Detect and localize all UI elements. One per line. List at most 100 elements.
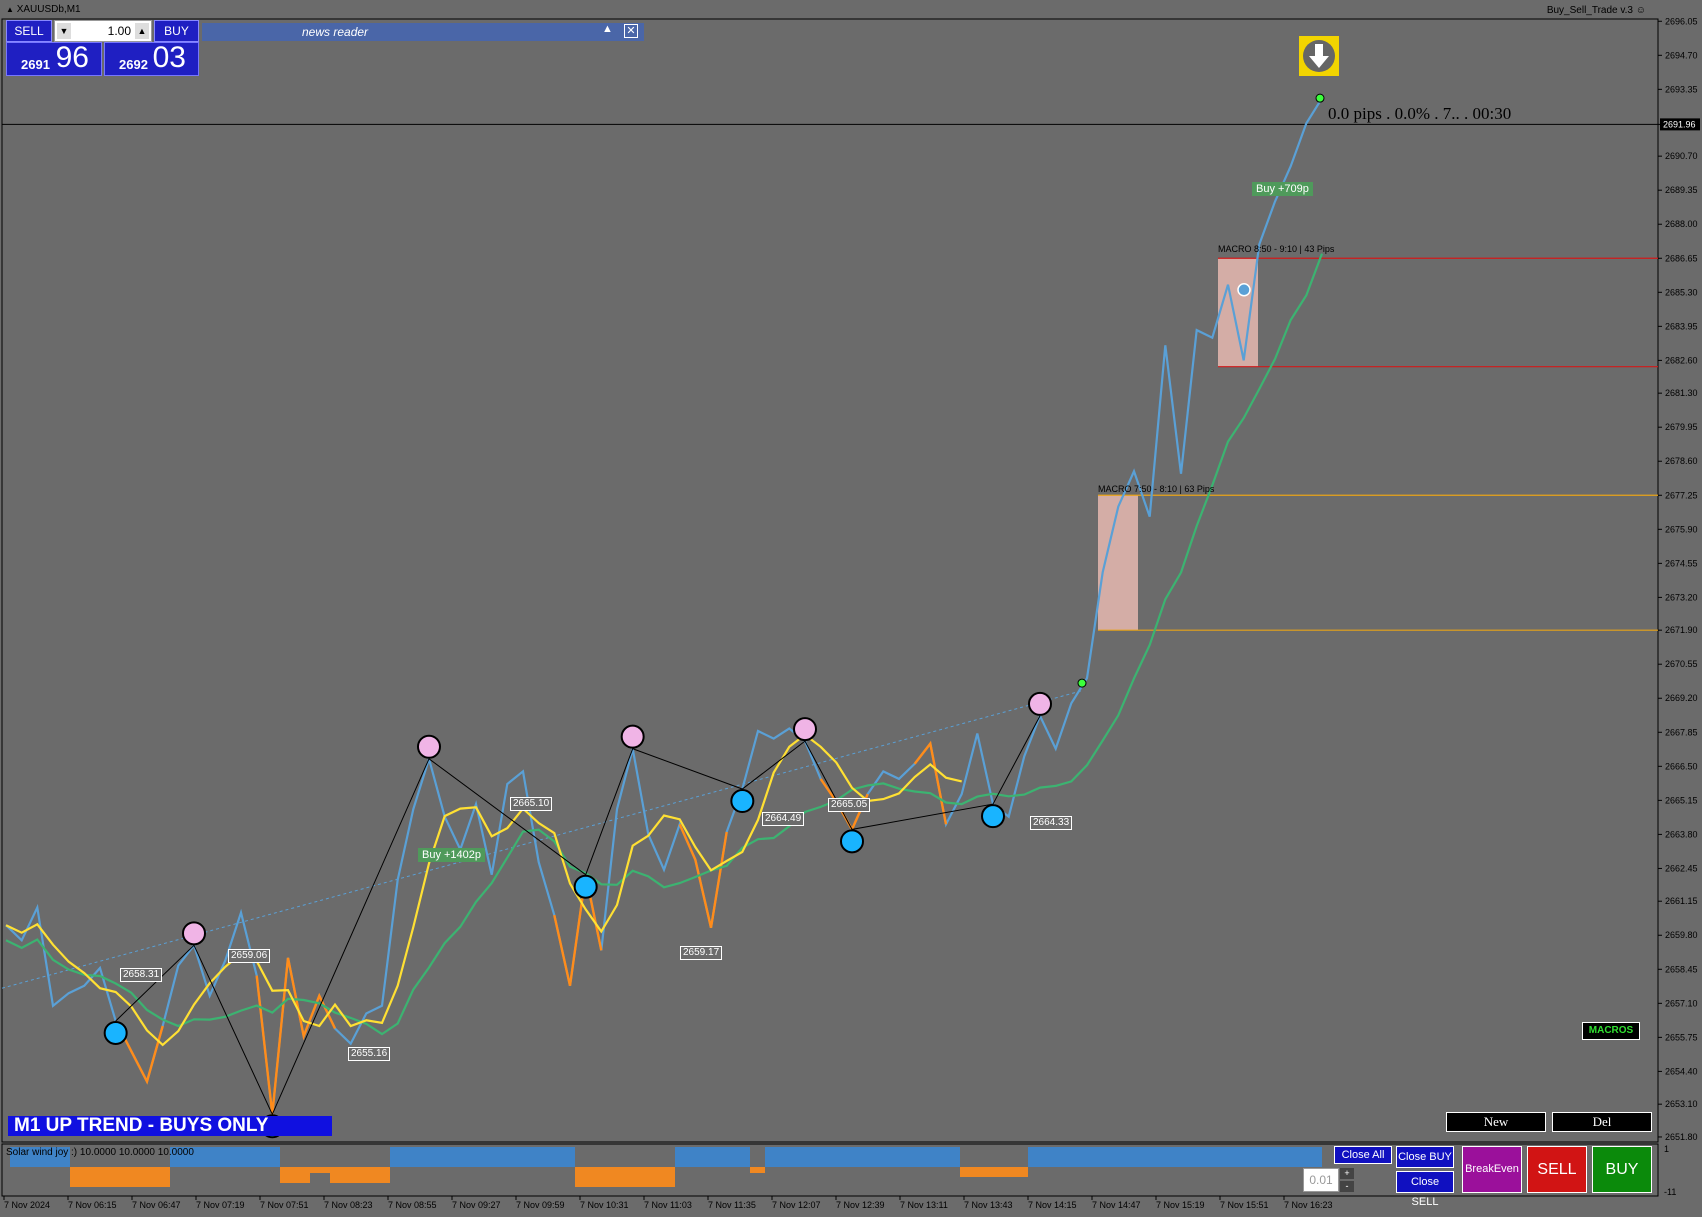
y-tick-label: 2674.55 — [1665, 558, 1698, 568]
indicator-tick: -11 — [1664, 1187, 1677, 1197]
buy-trade-label-2: Buy +709p — [1252, 182, 1313, 196]
sell-button[interactable]: SELL — [1527, 1146, 1587, 1193]
chart-frame — [1, 18, 1659, 1143]
swing-high-marker — [620, 724, 645, 749]
trend-line — [1, 690, 1083, 989]
swing-high-marker — [417, 734, 441, 759]
level-label: 2664.33 — [1030, 816, 1073, 830]
y-tick-label: 2693.35 — [1665, 84, 1698, 94]
indicator-bear-bar — [330, 1167, 390, 1183]
indicator-bear-bar — [280, 1167, 310, 1183]
news-reader-title: news reader — [302, 25, 369, 39]
x-tick-label: 7 Nov 13:11 — [900, 1200, 948, 1210]
trend-moving-average — [5, 253, 1324, 1036]
y-tick-label: 2690.70 — [1665, 151, 1698, 161]
y-tick-label: 2671.90 — [1665, 625, 1698, 635]
moving-average — [5, 733, 962, 1047]
indicator-label: Solar wind joy :) 10.0000 10.0000 10.000… — [6, 1147, 194, 1158]
entry-point — [1315, 93, 1325, 103]
y-tick-label: 2696.05 — [1665, 16, 1698, 26]
symbol-title-text: XAUUSDb,M1 — [16, 4, 81, 15]
buy-trade-label-1: Buy +1402p — [418, 848, 486, 862]
indicator-bull-bar — [765, 1147, 960, 1167]
new-button[interactable]: New — [1446, 1112, 1546, 1132]
y-tick-label: 2651.80 — [1665, 1132, 1698, 1142]
indicator-bear-bar — [70, 1167, 170, 1187]
x-tick-label: 7 Nov 12:39 — [836, 1200, 885, 1210]
chart-menu-icon[interactable]: ▲ — [6, 5, 14, 14]
breakeven-button[interactable]: BreakEven — [1462, 1146, 1522, 1193]
swing-high-marker — [793, 717, 817, 742]
indicator-tick: 1 — [1664, 1144, 1670, 1154]
y-tick-label: 2669.20 — [1665, 693, 1698, 703]
panel-sell-button[interactable]: SELL — [6, 20, 52, 42]
buy-arrow-marker — [1237, 283, 1251, 297]
sell-signal-icon — [1299, 36, 1339, 76]
indicator-bear-bar — [750, 1167, 765, 1173]
down-arrow-icon — [1303, 40, 1335, 72]
sell-price-box[interactable]: 2691 96 — [6, 41, 102, 76]
y-tick-label: 2666.50 — [1665, 761, 1698, 771]
swing-high-marker — [1028, 691, 1052, 716]
close-icon[interactable]: ✕ — [624, 24, 638, 38]
lot-plus-button[interactable]: + — [1340, 1168, 1354, 1179]
swing-low-marker — [730, 789, 755, 814]
current-price-tag-label: 2691.96 — [1663, 119, 1696, 129]
macro-label-2: MACRO 8:50 - 9:10 | 43 Pips — [1218, 244, 1335, 254]
x-tick-label: 7 Nov 14:47 — [1092, 1200, 1141, 1210]
buy-price-box[interactable]: 2692 03 — [104, 41, 199, 76]
macro-box — [1218, 258, 1258, 367]
ea-title-text: Buy_Sell_Trade v.3 — [1546, 5, 1633, 16]
y-tick-label: 2667.85 — [1665, 727, 1698, 737]
y-tick-label: 2694.70 — [1665, 50, 1698, 60]
price-chart[interactable]: 2696.05 2694.70 2693.35 2691.96 2690.70 2689.… — [0, 0, 1702, 1217]
x-tick-label: 7 Nov 09:59 — [516, 1200, 565, 1210]
y-tick-label: 2677.25 — [1665, 490, 1698, 500]
ea-title: Buy_Sell_Trade v.3 ☺ — [1547, 5, 1646, 16]
lot-increase-icon[interactable]: ▲ — [135, 23, 149, 39]
level-label: 2659.06 — [228, 949, 271, 963]
lot-size-input[interactable]: ▼ 1.00 ▲ — [54, 20, 152, 42]
level-label: 2664.49 — [762, 812, 805, 826]
y-tick-label: 2675.90 — [1665, 524, 1698, 534]
bear-segment — [678, 823, 728, 928]
lot-minus-button[interactable]: - — [1340, 1181, 1354, 1192]
swing-high-marker — [182, 921, 206, 946]
del-button[interactable]: Del — [1552, 1112, 1652, 1132]
entry-point — [1077, 678, 1087, 688]
collapse-icon[interactable]: ▲ — [602, 23, 613, 35]
sell-price-big: 96 — [55, 41, 89, 74]
x-tick-label: 7 Nov 11:35 — [708, 1200, 756, 1210]
x-tick-label: 7 Nov 11:03 — [644, 1200, 692, 1210]
news-reader-bar[interactable]: news reader ▲ ✕ — [202, 23, 644, 41]
level-label: 2659.17 — [680, 946, 723, 960]
lot-small-input[interactable]: 0.01 — [1303, 1168, 1339, 1192]
y-tick-label: 2670.55 — [1665, 659, 1698, 669]
x-tick-label: 7 Nov 12:07 — [772, 1200, 821, 1210]
x-tick-label: 7 Nov 08:23 — [324, 1200, 373, 1210]
macros-button[interactable]: MACROS — [1582, 1022, 1640, 1040]
x-tick-label: 7 Nov 2024 — [4, 1200, 50, 1210]
x-tick-label: 7 Nov 15:51 — [1220, 1200, 1269, 1210]
trade-info-text: 0.0 pips . 0.0% . 7.. . 00:30 — [1328, 104, 1512, 123]
bear-segment — [913, 740, 948, 825]
x-tick-label: 7 Nov 16:23 — [1284, 1200, 1333, 1210]
close-buy-button[interactable]: Close BUY — [1396, 1146, 1454, 1168]
x-tick-label: 7 Nov 07:51 — [260, 1200, 309, 1210]
close-all-button[interactable]: Close All — [1334, 1146, 1392, 1164]
panel-buy-button[interactable]: BUY — [154, 20, 199, 42]
y-tick-label: 2653.10 — [1665, 1099, 1698, 1109]
indicator-bear-bar — [960, 1167, 1028, 1177]
level-label: 2665.05 — [828, 798, 871, 812]
lot-decrease-icon[interactable]: ▼ — [57, 23, 71, 39]
swing-low-marker — [981, 804, 1005, 829]
close-sell-button[interactable]: Close SELL — [1396, 1171, 1454, 1208]
sell-price-prefix: 2691 — [21, 57, 50, 72]
y-tick-label: 2663.80 — [1665, 829, 1698, 839]
buy-price-prefix: 2692 — [119, 57, 148, 72]
indicator-bull-bar — [390, 1147, 575, 1167]
y-tick-label: 2685.30 — [1665, 287, 1698, 297]
level-label: 2655.16 — [348, 1047, 391, 1061]
y-tick-label: 2655.75 — [1665, 1032, 1698, 1042]
buy-button[interactable]: BUY — [1592, 1146, 1652, 1193]
